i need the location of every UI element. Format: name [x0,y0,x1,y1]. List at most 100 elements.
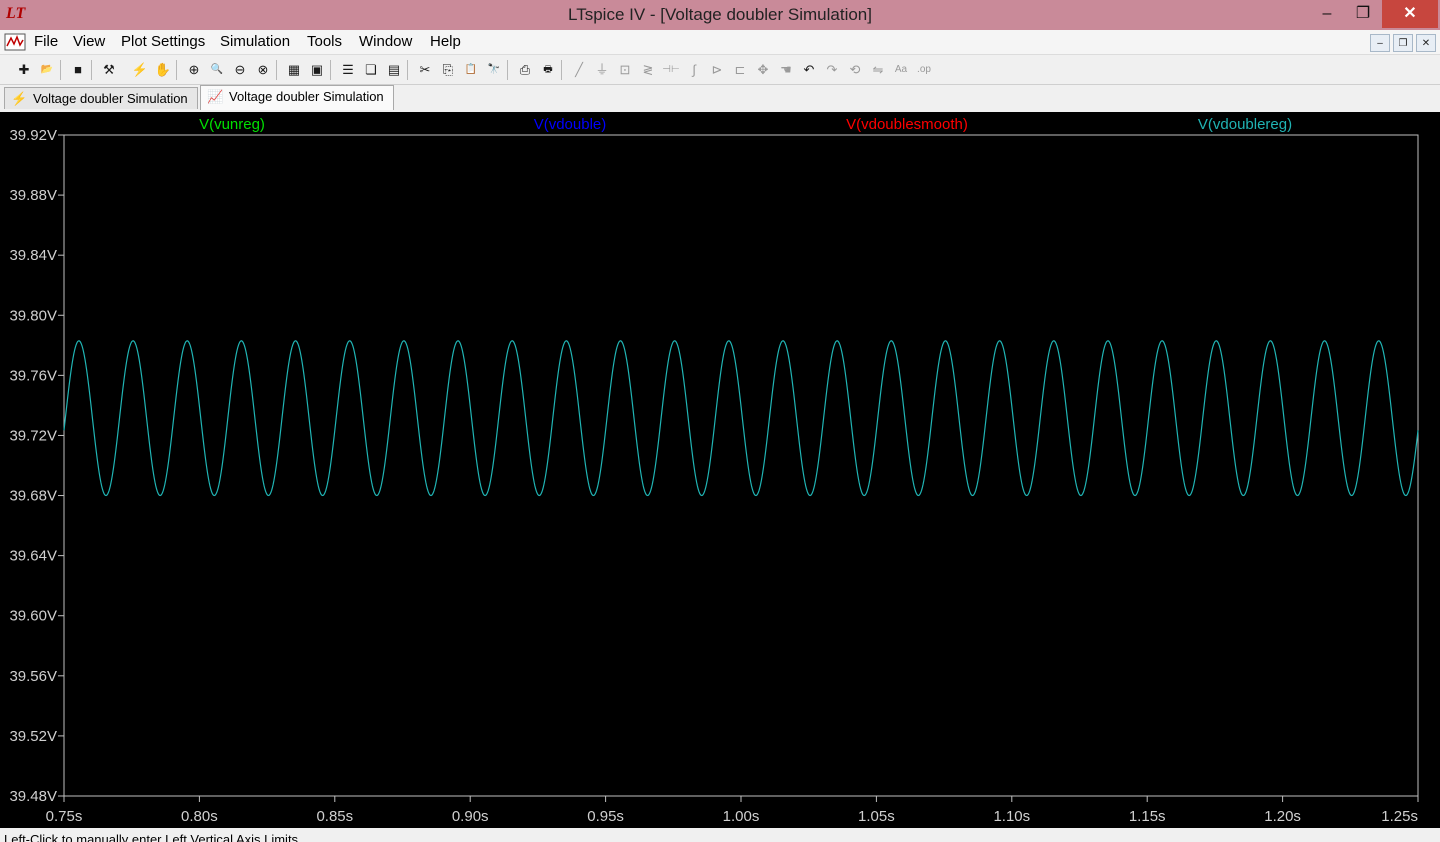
toolbar-separator [176,60,177,80]
y-tick-label: 39.76V [9,367,57,384]
mirror-icon[interactable]: ⇋ [868,60,888,80]
y-tick-label: 39.72V [9,427,57,444]
status-text: Left-Click to manually enter Left Vertic… [4,832,299,842]
zoom-in-icon[interactable]: 🔍 [207,60,227,80]
wire-icon[interactable]: ╱ [569,60,589,80]
x-tick-label: 0.95s [587,808,624,825]
x-tick-label: 1.00s [723,808,760,825]
y-tick-label: 39.92V [9,127,57,144]
component-icon[interactable]: ⊏ [730,60,750,80]
legend-entry: V(vdoublesmooth) [846,116,968,133]
tile-horizontal-icon[interactable]: ☰ [338,60,358,80]
legend-entry: V(vdouble) [534,116,607,133]
rotate-icon[interactable]: ⟲ [845,60,865,80]
mdi-close-button[interactable]: ✕ [1416,34,1436,52]
toolbar-separator [91,60,92,80]
capacitor-icon[interactable]: ⊣⊢ [661,60,681,80]
waveform-plot[interactable]: 39.92V 39.88V 39.84V 39.80V 39.76V 39.72V 39.6… [0,112,1440,828]
copy-icon[interactable]: ⎘ [438,60,458,80]
halt-icon[interactable]: ✋ [153,60,173,80]
x-tick-label: 0.75s [46,808,83,825]
y-tick-label: 39.48V [9,788,57,805]
move-icon[interactable]: ✥ [753,60,773,80]
mdi-restore-button[interactable]: ❐ [1393,34,1413,52]
tab-label: Voltage doubler Simulation [229,89,384,104]
redo-icon[interactable]: ↷ [822,60,842,80]
label-net-icon[interactable]: ⊡ [615,60,635,80]
cut-icon[interactable]: ✂ [415,60,435,80]
paste-icon[interactable]: 📋 [461,60,481,80]
undo-icon[interactable]: ↶ [799,60,819,80]
drag-icon[interactable]: ☚ [776,60,796,80]
print-setup-icon[interactable]: ⎙ [515,60,535,80]
x-tick-label: 1.20s [1264,808,1301,825]
plot-svg[interactable]: 39.92V 39.88V 39.84V 39.80V 39.76V 39.72V 39.6… [0,112,1440,828]
menu-file[interactable]: File [34,33,58,50]
schematic-icon: ⚡ [11,91,28,106]
x-tick-label: 0.85s [316,808,353,825]
ground-icon[interactable]: ⏚ [592,60,612,80]
x-tick-label: 0.90s [452,808,489,825]
run-icon[interactable]: ⚡ [130,60,150,80]
title-bar: LT LTspice IV - [Voltage doubler Simulat… [0,0,1440,30]
plot-frame [63,134,1419,797]
inductor-icon[interactable]: ∫ [684,60,704,80]
zoom-area-icon[interactable]: ⊕ [184,60,204,80]
x-tick-label: 1.05s [858,808,895,825]
menu-plot-settings[interactable]: Plot Settings [121,33,205,50]
maximize-button[interactable]: ❐ [1346,0,1380,28]
y-tick-label: 39.68V [9,488,57,505]
text-icon[interactable]: Aa [891,60,911,80]
y-tick-label: 39.64V [9,548,57,565]
tab-schematic[interactable]: ⚡ Voltage doubler Simulation [4,87,198,109]
mdi-minimize-button[interactable]: – [1370,34,1390,52]
y-tick-label: 39.56V [9,668,57,685]
x-tick-label: 0.80s [181,808,218,825]
toolbar-separator [276,60,277,80]
close-button[interactable]: ✕ [1382,0,1438,28]
save-icon[interactable]: ■ [68,60,88,80]
window-title: LTspice IV - [Voltage doubler Simulation… [568,5,872,24]
toolbar-separator [561,60,562,80]
y-tick-label: 39.60V [9,608,57,625]
zoom-cancel-icon[interactable]: ⊗ [253,60,273,80]
menu-help[interactable]: Help [430,33,461,50]
diode-icon[interactable]: ⊳ [707,60,727,80]
toolbar-separator [330,60,331,80]
x-tick-label: 1.15s [1129,808,1166,825]
y-tick-label: 39.52V [9,728,57,745]
autorange-y-icon[interactable]: ▣ [307,60,327,80]
spice-directive-icon[interactable]: .op [914,60,934,80]
y-tick-label: 39.84V [9,247,57,264]
cascade-icon[interactable]: ❏ [361,60,381,80]
resistor-icon[interactable]: ≷ [638,60,658,80]
minimize-button[interactable]: – [1310,0,1344,28]
x-tick-label: 1.25s [1381,808,1418,825]
toolbar-separator [60,60,61,80]
mdi-controls: – ❐ ✕ [1367,33,1436,52]
x-tick-label: 1.10s [993,808,1030,825]
waveform-icon: 📈 [207,89,224,104]
zoom-out-icon[interactable]: ⊖ [230,60,250,80]
find-icon[interactable]: 🔭 [484,60,504,80]
toolbar-separator [407,60,408,80]
new-schematic-icon[interactable]: ✚ [14,60,34,80]
menu-bar: File View Plot Settings Simulation Tools… [0,30,1440,55]
autorange-icon[interactable]: ▦ [284,60,304,80]
waveform-document-icon[interactable] [4,32,26,52]
series-line-vdoublereg [63,340,1419,497]
tab-label: Voltage doubler Simulation [33,91,188,106]
tab-waveform[interactable]: 📈 Voltage doubler Simulation [200,85,394,110]
menu-tools[interactable]: Tools [307,33,342,50]
control-panel-icon[interactable]: ⚒ [99,60,119,80]
toolbar-separator [507,60,508,80]
menu-view[interactable]: View [73,33,105,50]
menu-simulation[interactable]: Simulation [220,33,290,50]
print-icon[interactable]: 🖶 [538,60,558,80]
legend-entry: V(vunreg) [199,116,265,133]
tile-vertical-icon[interactable]: ▤ [384,60,404,80]
document-tabs: ⚡ Voltage doubler Simulation 📈 Voltage d… [0,85,1440,112]
menu-window[interactable]: Window [359,33,412,50]
open-icon[interactable]: 📂 [37,60,57,80]
toolbar: ✚ 📂 ■ ⚒ ⚡ ✋ ⊕ 🔍 ⊖ ⊗ ▦ ▣ ☰ ❏ ▤ ✂ ⎘ 📋 🔭 ⎙ 🖶 ╱ ⏚ ⊡ ≷ ⊣⊢ ∫ ⊳ ⊏ ✥ ☚ ↶ ↷ ⟲ ⇋ Aa .o… [0,56,1440,85]
